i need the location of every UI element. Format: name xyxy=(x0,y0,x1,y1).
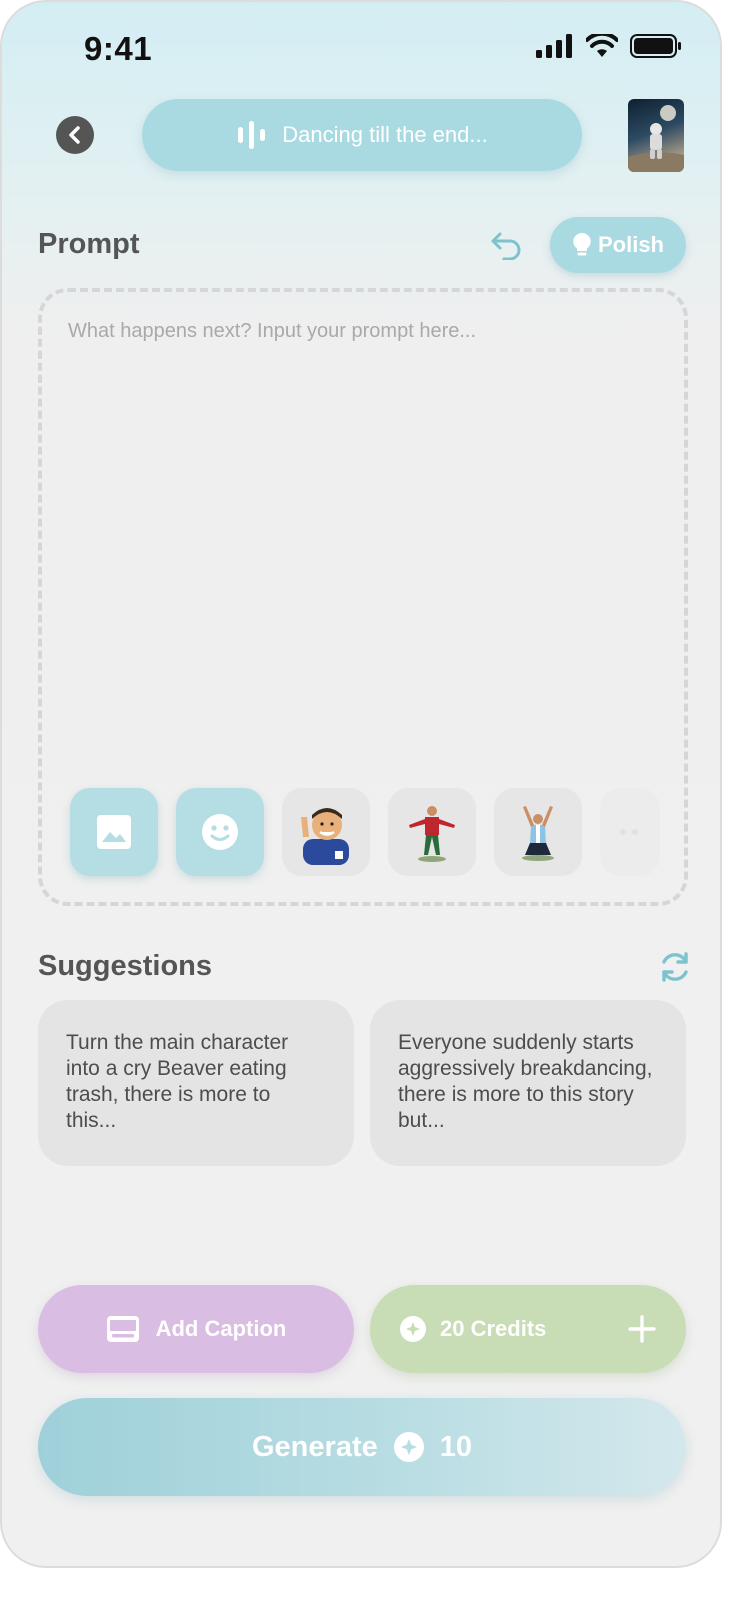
attachment-row xyxy=(70,788,660,876)
app-screen: 9:41 Dancing till the end... Prompt Poli… xyxy=(0,0,722,1568)
polish-label: Polish xyxy=(597,232,664,257)
generate-cost: 10 xyxy=(439,1430,472,1463)
caption-icon xyxy=(106,1316,139,1342)
sticker-tile[interactable] xyxy=(600,788,660,876)
video-thumbnail[interactable] xyxy=(628,99,684,172)
chevron-left-icon xyxy=(69,126,80,144)
player-peace-sign-sticker xyxy=(301,808,349,865)
emoji-icon xyxy=(202,814,238,850)
credits-button[interactable]: 20 Credits xyxy=(370,1285,686,1373)
sticker-tile[interactable] xyxy=(494,788,582,876)
polish-button[interactable]: Polish xyxy=(550,217,686,273)
player-kneeling-sticker xyxy=(522,806,554,861)
prompt-heading: Prompt xyxy=(38,228,140,260)
add-emoji-button[interactable] xyxy=(176,788,264,876)
status-time: 9:41 xyxy=(84,30,153,67)
suggestion-text: Everyone suddenly starts aggressively br… xyxy=(398,1031,653,1132)
song-selector[interactable]: Dancing till the end... xyxy=(142,99,582,171)
suggestion-text: Turn the main character into a cry Beave… xyxy=(66,1031,289,1132)
add-caption-button[interactable]: Add Caption xyxy=(38,1285,354,1373)
plus-icon[interactable] xyxy=(628,1315,656,1343)
add-caption-label: Add Caption xyxy=(155,1316,287,1341)
undo-icon[interactable] xyxy=(490,230,524,260)
suggestions-heading: Suggestions xyxy=(38,950,213,982)
audio-wave-icon xyxy=(238,121,266,149)
lightbulb-icon xyxy=(573,232,591,256)
battery-icon xyxy=(630,34,681,58)
credit-coin-icon xyxy=(400,1316,426,1342)
status-icons xyxy=(536,34,682,58)
credits-label: 20 Credits xyxy=(440,1316,547,1341)
back-button[interactable] xyxy=(56,116,94,154)
refresh-icon[interactable] xyxy=(658,950,692,984)
prompt-box xyxy=(38,288,688,906)
wifi-icon xyxy=(586,34,618,57)
player-red-kit-sticker xyxy=(409,806,455,862)
signal-icon xyxy=(536,34,572,58)
generate-button[interactable]: Generate 10 xyxy=(38,1398,686,1496)
add-image-button[interactable] xyxy=(70,788,158,876)
prompt-input[interactable] xyxy=(68,320,658,760)
credits-balance: 20 Credits xyxy=(400,1285,546,1373)
generate-label: Generate xyxy=(252,1430,378,1463)
sticker-tile[interactable] xyxy=(282,788,370,876)
more-dots-icon xyxy=(620,829,638,835)
credit-coin-icon xyxy=(393,1432,424,1462)
suggestion-card[interactable]: Turn the main character into a cry Beave… xyxy=(38,1000,354,1166)
suggestion-card[interactable]: Everyone suddenly starts aggressively br… xyxy=(370,1000,686,1166)
astronaut-thumbnail-image xyxy=(628,105,684,172)
song-title: Dancing till the end... xyxy=(282,122,488,147)
sticker-tile[interactable] xyxy=(388,788,476,876)
image-icon xyxy=(97,815,131,849)
